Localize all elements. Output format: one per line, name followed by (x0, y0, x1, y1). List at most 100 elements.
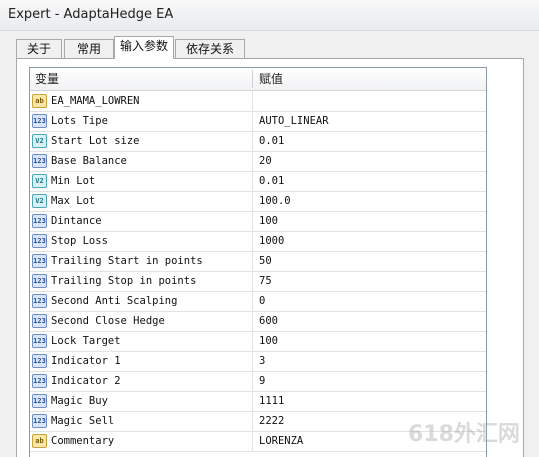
parameter-value[interactable]: AUTO_LINEAR (259, 111, 479, 131)
string-type-icon: ab (32, 434, 47, 448)
parameter-value[interactable]: 100 (259, 331, 479, 351)
cell-divider (252, 371, 253, 391)
int-type-icon: 123 (32, 214, 47, 228)
cell-divider (252, 131, 253, 151)
title-bar[interactable]: Expert - AdaptaHedge EA (0, 0, 539, 31)
parameter-name: Start Lot size (51, 135, 140, 147)
parameter-name: Dintance (51, 215, 102, 227)
parameter-name: Stop Loss (51, 235, 108, 247)
parameter-name: EA_MAMA_LOWREN (51, 95, 140, 107)
column-header-variable[interactable]: 变量 (35, 68, 59, 90)
parameter-name: Second Anti Scalping (51, 295, 178, 307)
parameter-name: Trailing Start in points (51, 255, 203, 267)
cell-divider (252, 351, 253, 371)
int-type-icon: 123 (32, 274, 47, 288)
parameter-value[interactable]: 0.01 (259, 171, 479, 191)
parameter-value[interactable]: 100.0 (259, 191, 479, 211)
parameter-name: Commentary (51, 435, 115, 447)
string-type-icon: ab (32, 94, 47, 108)
parameter-value[interactable]: 0.01 (259, 131, 479, 151)
parameter-name: Indicator 2 (51, 375, 121, 387)
parameter-row[interactable]: ab EA_MAMA_LOWREN (30, 91, 486, 112)
cell-divider (252, 171, 253, 191)
parameter-value[interactable]: 75 (259, 271, 479, 291)
int-type-icon: 123 (32, 234, 47, 248)
cell-divider (252, 231, 253, 251)
parameter-row[interactable]: 123 Magic Buy 1111 (30, 391, 486, 412)
grid-header: 变量 赋值 (30, 68, 486, 91)
parameter-row[interactable]: 123 Lots Tipe AUTO_LINEAR (30, 111, 486, 132)
parameter-row[interactable]: 123 Lock Target 100 (30, 331, 486, 352)
parameter-row[interactable]: 123 Indicator 2 9 (30, 371, 486, 392)
parameter-name: Magic Sell (51, 415, 115, 427)
parameter-value[interactable]: 20 (259, 151, 479, 171)
column-divider[interactable] (252, 70, 253, 88)
double-type-icon: V2 (32, 174, 47, 188)
parameter-name: Max Lot (51, 195, 96, 207)
cell-divider (252, 331, 253, 351)
cell-divider (252, 91, 253, 111)
int-type-icon: 123 (32, 374, 47, 388)
cell-divider (252, 411, 253, 431)
site-watermark: 618外汇网 (408, 422, 520, 447)
parameter-value[interactable]: 3 (259, 351, 479, 371)
parameter-row[interactable]: 123 Trailing Stop in points 75 (30, 271, 486, 292)
parameter-row[interactable]: 123 Second Anti Scalping 0 (30, 291, 486, 312)
parameter-value[interactable]: 600 (259, 311, 479, 331)
cell-divider (252, 291, 253, 311)
parameter-name: Magic Buy (51, 395, 108, 407)
int-type-icon: 123 (32, 294, 47, 308)
parameter-row[interactable]: 123 Stop Loss 1000 (30, 231, 486, 252)
cell-divider (252, 311, 253, 331)
tab-common[interactable]: 常用 (64, 39, 114, 58)
int-type-icon: 123 (32, 114, 47, 128)
window-title: Expert - AdaptaHedge EA (8, 7, 174, 22)
parameter-row[interactable]: 123 Trailing Start in points 50 (30, 251, 486, 272)
cell-divider (252, 211, 253, 231)
expert-properties-window: Expert - AdaptaHedge EA 关于 常用 输入参数 依存关系 … (0, 0, 539, 457)
cell-divider (252, 391, 253, 411)
int-type-icon: 123 (32, 334, 47, 348)
cell-divider (252, 151, 253, 171)
parameter-value[interactable]: 0 (259, 291, 479, 311)
cell-divider (252, 111, 253, 131)
parameters-grid: 变量 赋值 ab EA_MAMA_LOWREN 123 Lots Tipe AUTO_L… (29, 67, 487, 457)
parameter-name: Indicator 1 (51, 355, 121, 367)
parameter-row[interactable]: 123 Dintance 100 (30, 211, 486, 232)
cell-divider (252, 431, 253, 451)
tab-about[interactable]: 关于 (16, 39, 62, 58)
parameter-value[interactable]: 1111 (259, 391, 479, 411)
column-header-value[interactable]: 赋值 (259, 68, 283, 90)
int-type-icon: 123 (32, 314, 47, 328)
int-type-icon: 123 (32, 394, 47, 408)
int-type-icon: 123 (32, 254, 47, 268)
parameter-value[interactable]: 9 (259, 371, 479, 391)
cell-divider (252, 251, 253, 271)
parameter-name: Min Lot (51, 175, 96, 187)
parameter-name: Trailing Stop in points (51, 275, 197, 287)
double-type-icon: V2 (32, 134, 47, 148)
parameter-row[interactable]: V2 Min Lot 0.01 (30, 171, 486, 192)
parameter-value[interactable] (259, 91, 479, 111)
cell-divider (252, 191, 253, 211)
parameter-name: Lock Target (51, 335, 121, 347)
parameter-name: Lots Tipe (51, 115, 108, 127)
parameter-row[interactable]: V2 Start Lot size 0.01 (30, 131, 486, 152)
parameter-row[interactable]: V2 Max Lot 100.0 (30, 191, 486, 212)
parameter-name: Base Balance (51, 155, 127, 167)
tab-inputs[interactable]: 输入参数 (114, 36, 174, 59)
parameter-name: Second Close Hedge (51, 315, 165, 327)
double-type-icon: V2 (32, 194, 47, 208)
int-type-icon: 123 (32, 414, 47, 428)
inputs-panel: 变量 赋值 ab EA_MAMA_LOWREN 123 Lots Tipe AUTO_L… (16, 58, 524, 457)
tab-dependencies[interactable]: 依存关系 (175, 39, 245, 58)
int-type-icon: 123 (32, 154, 47, 168)
parameter-value[interactable]: 50 (259, 251, 479, 271)
parameter-row[interactable]: 123 Indicator 1 3 (30, 351, 486, 372)
parameter-value[interactable]: 1000 (259, 231, 479, 251)
cell-divider (252, 271, 253, 291)
int-type-icon: 123 (32, 354, 47, 368)
parameter-row[interactable]: 123 Second Close Hedge 600 (30, 311, 486, 332)
parameter-value[interactable]: 100 (259, 211, 479, 231)
parameter-row[interactable]: 123 Base Balance 20 (30, 151, 486, 172)
